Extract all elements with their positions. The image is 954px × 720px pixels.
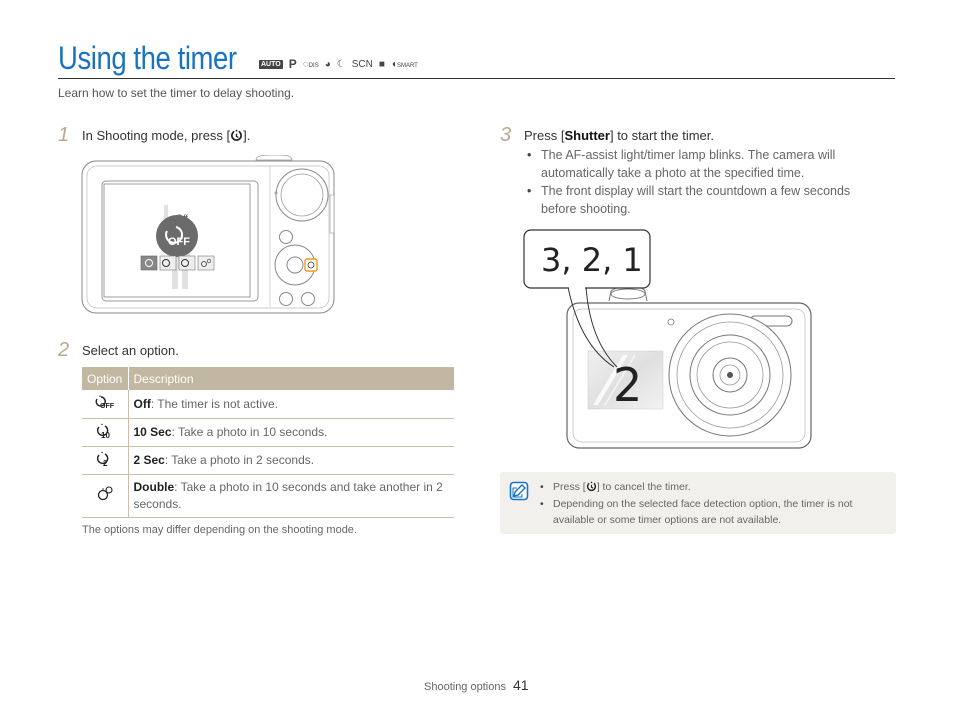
timer-icon — [231, 129, 243, 141]
button-top — [279, 230, 293, 244]
bullet-item: The AF-assist light/timer lamp blinks. T… — [525, 146, 870, 182]
timer-2-icon: 2 — [96, 451, 109, 468]
timer-icon — [586, 481, 596, 492]
step-3-text: Press [Shutter] to start the timer. — [524, 128, 715, 143]
footer-section: Shooting options — [424, 681, 506, 693]
mode-p-icon: P — [288, 57, 297, 71]
table-row: OFF Off: The timer is not active. — [82, 390, 454, 419]
header-description: Description — [128, 367, 454, 390]
ok-button — [286, 256, 304, 274]
timer-button-highlight — [304, 258, 318, 272]
step-3-number: 3 — [500, 124, 512, 146]
svg-text:OFF: OFF — [168, 236, 190, 248]
table-row: 2 2 Sec: Take a photo in 2 seconds. — [82, 446, 454, 475]
note-icon — [509, 481, 529, 501]
header-divider — [58, 78, 895, 79]
mode-scn-icon: SCN — [351, 58, 373, 70]
intro-text: Learn how to set the timer to delay shoo… — [58, 86, 295, 100]
timer-10-icon: 10 — [96, 423, 110, 440]
header-option: Option — [82, 367, 129, 390]
mode-night-icon: ☾ — [336, 58, 346, 70]
camera-back-illustration: Off OFF — [81, 155, 335, 314]
table-row: Double: Take a photo in 10 seconds and t… — [82, 474, 454, 518]
svg-text:10: 10 — [101, 431, 110, 439]
step-2-text: Select an option. — [82, 343, 179, 358]
bullet-item: The front display will start the countdo… — [525, 182, 870, 218]
note-item: Depending on the selected face detection… — [539, 496, 884, 529]
shutter-dial — [255, 155, 293, 161]
mode-beauty-icon: ◕ — [324, 58, 331, 70]
option-off-icon — [140, 255, 158, 271]
svg-text:2: 2 — [103, 459, 108, 467]
page-footer: Shooting options 41 — [424, 677, 529, 693]
step-1-number: 1 — [58, 124, 70, 146]
table-header-row: Option Description — [82, 367, 454, 390]
button-bottom-left — [279, 292, 293, 306]
countdown-text: 3, 2, 1 — [541, 241, 643, 279]
timer-lamp — [667, 318, 675, 326]
timer-double-icon — [97, 486, 113, 501]
lens-center — [727, 372, 733, 378]
mode-smart-icon: ◖SMART — [390, 58, 418, 70]
table-row: 10 10 Sec: Take a photo in 10 seconds. — [82, 418, 454, 447]
step-1-text: In Shooting mode, press []. — [82, 128, 251, 143]
mode-auto-icon: AUTO — [259, 59, 283, 69]
mode-movie-icon: ■ — [378, 58, 385, 70]
page-number: 41 — [513, 677, 529, 693]
mode-dis-icon: ◌DIS — [302, 58, 319, 70]
timer-off-icon: OFF — [95, 395, 115, 410]
shooting-modes: AUTO P ◌DIS ◕ ☾ SCN ■ ◖SMART — [259, 57, 418, 71]
options-footnote: The options may differ depending on the … — [82, 524, 357, 536]
button-bottom-right — [301, 292, 315, 306]
note-list: Press [] to cancel the timer. Depending … — [539, 479, 884, 529]
camera-front-illustration: 2 3, 2, 1 — [523, 229, 812, 449]
step-3-bullets: The AF-assist light/timer lamp blinks. T… — [525, 146, 870, 218]
note-item: Press [] to cancel the timer. — [539, 479, 884, 496]
front-display-digit: 2 — [613, 358, 642, 412]
note-box: Press [] to cancel the timer. Depending … — [500, 472, 896, 534]
svg-text:OFF: OFF — [100, 403, 115, 409]
page-title: Using the timer — [58, 40, 237, 76]
timer-options-table: Option Description OFF Off: The timer is… — [82, 367, 454, 518]
step-2-number: 2 — [58, 339, 70, 361]
